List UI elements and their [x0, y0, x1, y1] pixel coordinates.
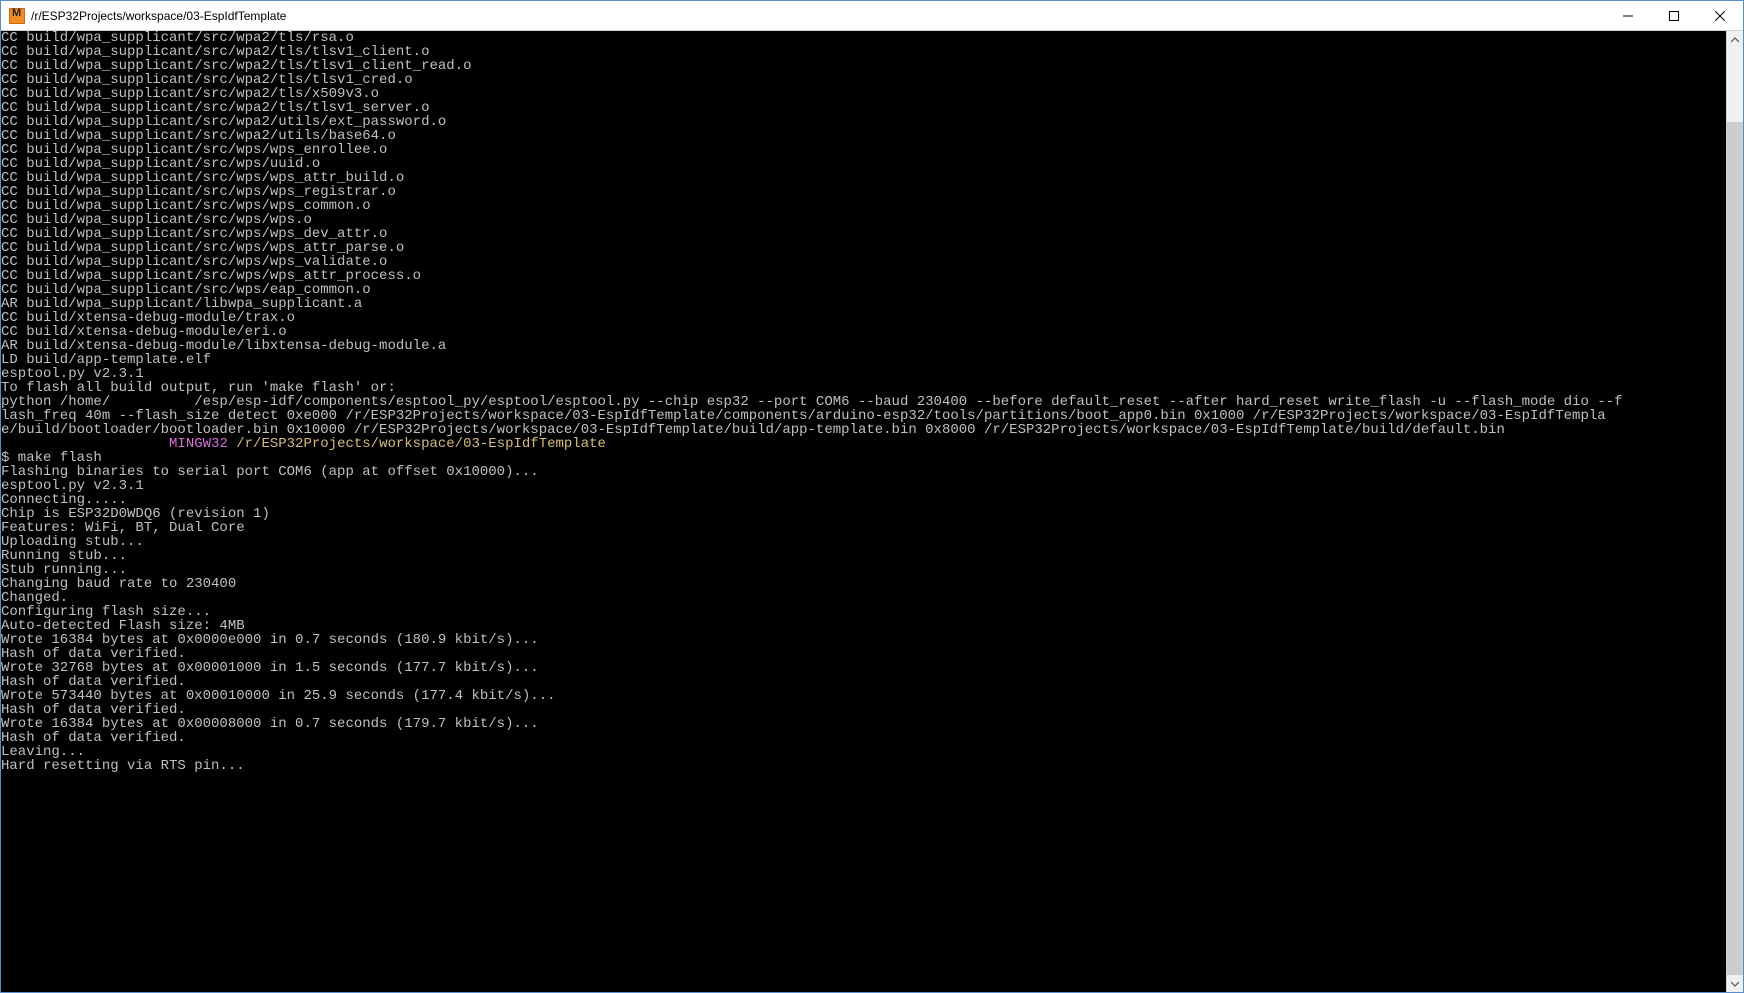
terminal-line: AR build/xtensa-debug-module/libxtensa-d… [1, 339, 1726, 353]
terminal-line: Wrote 32768 bytes at 0x00001000 in 1.5 s… [1, 661, 1726, 675]
terminal-line: CC build/xtensa-debug-module/eri.o [1, 325, 1726, 339]
terminal-line: Hash of data verified. [1, 703, 1726, 717]
scroll-down-button[interactable] [1727, 975, 1743, 992]
terminal-line: esptool.py v2.3.1 [1, 479, 1726, 493]
terminal-line: CC build/wpa_supplicant/src/wps/wps_dev_… [1, 227, 1726, 241]
scroll-thumb[interactable] [1727, 122, 1743, 975]
terminal-line: Wrote 16384 bytes at 0x00008000 in 0.7 s… [1, 717, 1726, 731]
scroll-up-button[interactable] [1727, 31, 1743, 48]
terminal-line: Hash of data verified. [1, 731, 1726, 745]
terminal-line: CC build/wpa_supplicant/src/wps/wps_attr… [1, 171, 1726, 185]
terminal-line: CC build/wpa_supplicant/src/wps/wps_enro… [1, 143, 1726, 157]
terminal-line: Hash of data verified. [1, 647, 1726, 661]
terminal-line: CC build/wpa_supplicant/src/wpa2/utils/e… [1, 115, 1726, 129]
terminal-line: Auto-detected Flash size: 4MB [1, 619, 1726, 633]
terminal-line: e/build/bootloader/bootloader.bin 0x1000… [1, 423, 1726, 437]
terminal-line: Chip is ESP32D0WDQ6 (revision 1) [1, 507, 1726, 521]
command-line: $ make flash [1, 451, 1726, 465]
client-area: CC build/wpa_supplicant/src/wpa2/tls/rsa… [1, 31, 1743, 992]
terminal-line: Wrote 573440 bytes at 0x00010000 in 25.9… [1, 689, 1726, 703]
terminal-line: CC build/wpa_supplicant/src/wpa2/tls/x50… [1, 87, 1726, 101]
terminal-line: lash_freq 40m --flash_size detect 0xe000… [1, 409, 1726, 423]
terminal-line: CC build/wpa_supplicant/src/wps/wps_attr… [1, 269, 1726, 283]
terminal-line: Leaving... [1, 745, 1726, 759]
window-title: /r/ESP32Projects/workspace/03-EspIdfTemp… [31, 9, 286, 23]
close-icon [1715, 11, 1725, 21]
terminal-line: python /home/ /esp/esp-idf/components/es… [1, 395, 1726, 409]
maximize-button[interactable] [1651, 1, 1697, 30]
terminal-line: Wrote 16384 bytes at 0x0000e000 in 0.7 s… [1, 633, 1726, 647]
minimize-icon [1623, 11, 1633, 21]
close-button[interactable] [1697, 1, 1743, 30]
terminal-line: Flashing binaries to serial port COM6 (a… [1, 465, 1726, 479]
terminal-line: LD build/app-template.elf [1, 353, 1726, 367]
terminal-line: Stub running... [1, 563, 1726, 577]
terminal-line: CC build/wpa_supplicant/src/wpa2/tls/tls… [1, 45, 1726, 59]
terminal-line: Configuring flash size... [1, 605, 1726, 619]
terminal-line: To flash all build output, run 'make fla… [1, 381, 1726, 395]
terminal-line: CC build/wpa_supplicant/src/wpa2/tls/tls… [1, 59, 1726, 73]
terminal-line: CC build/wpa_supplicant/src/wps/wps_regi… [1, 185, 1726, 199]
chevron-up-icon [1731, 36, 1739, 44]
terminal-line: Connecting..... [1, 493, 1726, 507]
terminal-line: Features: WiFi, BT, Dual Core [1, 521, 1726, 535]
terminal-line: CC build/wpa_supplicant/src/wps/wps_comm… [1, 199, 1726, 213]
terminal-line: CC build/wpa_supplicant/src/wpa2/utils/b… [1, 129, 1726, 143]
mintty-icon [9, 8, 25, 24]
terminal-line: Hard resetting via RTS pin... [1, 759, 1726, 773]
terminal-line: CC build/wpa_supplicant/src/wps/uuid.o [1, 157, 1726, 171]
minimize-button[interactable] [1605, 1, 1651, 30]
vertical-scrollbar[interactable] [1726, 31, 1743, 992]
terminal-line: Uploading stub... [1, 535, 1726, 549]
terminal-line: Running stub... [1, 549, 1726, 563]
scroll-track[interactable] [1727, 48, 1743, 975]
terminal-line: CC build/wpa_supplicant/src/wps/wps_vali… [1, 255, 1726, 269]
chevron-down-icon [1731, 980, 1739, 988]
titlebar[interactable]: /r/ESP32Projects/workspace/03-EspIdfTemp… [1, 1, 1743, 31]
terminal-line: Changed. [1, 591, 1726, 605]
terminal-line: CC build/wpa_supplicant/src/wps/eap_comm… [1, 283, 1726, 297]
maximize-icon [1669, 11, 1679, 21]
prompt-line: MINGW32 /r/ESP32Projects/workspace/03-Es… [1, 437, 1726, 451]
terminal-line: CC build/wpa_supplicant/src/wpa2/tls/rsa… [1, 31, 1726, 45]
terminal-line: Changing baud rate to 230400 [1, 577, 1726, 591]
terminal-line: Hash of data verified. [1, 675, 1726, 689]
terminal-line: AR build/wpa_supplicant/libwpa_supplican… [1, 297, 1726, 311]
terminal-line: CC build/wpa_supplicant/src/wps/wps.o [1, 213, 1726, 227]
terminal-line: CC build/wpa_supplicant/src/wps/wps_attr… [1, 241, 1726, 255]
terminal-line: CC build/wpa_supplicant/src/wpa2/tls/tls… [1, 101, 1726, 115]
terminal-line: CC build/xtensa-debug-module/trax.o [1, 311, 1726, 325]
window-frame: /r/ESP32Projects/workspace/03-EspIdfTemp… [0, 0, 1744, 993]
terminal-line: esptool.py v2.3.1 [1, 367, 1726, 381]
terminal-output[interactable]: CC build/wpa_supplicant/src/wpa2/tls/rsa… [1, 31, 1726, 992]
terminal-line: CC build/wpa_supplicant/src/wpa2/tls/tls… [1, 73, 1726, 87]
